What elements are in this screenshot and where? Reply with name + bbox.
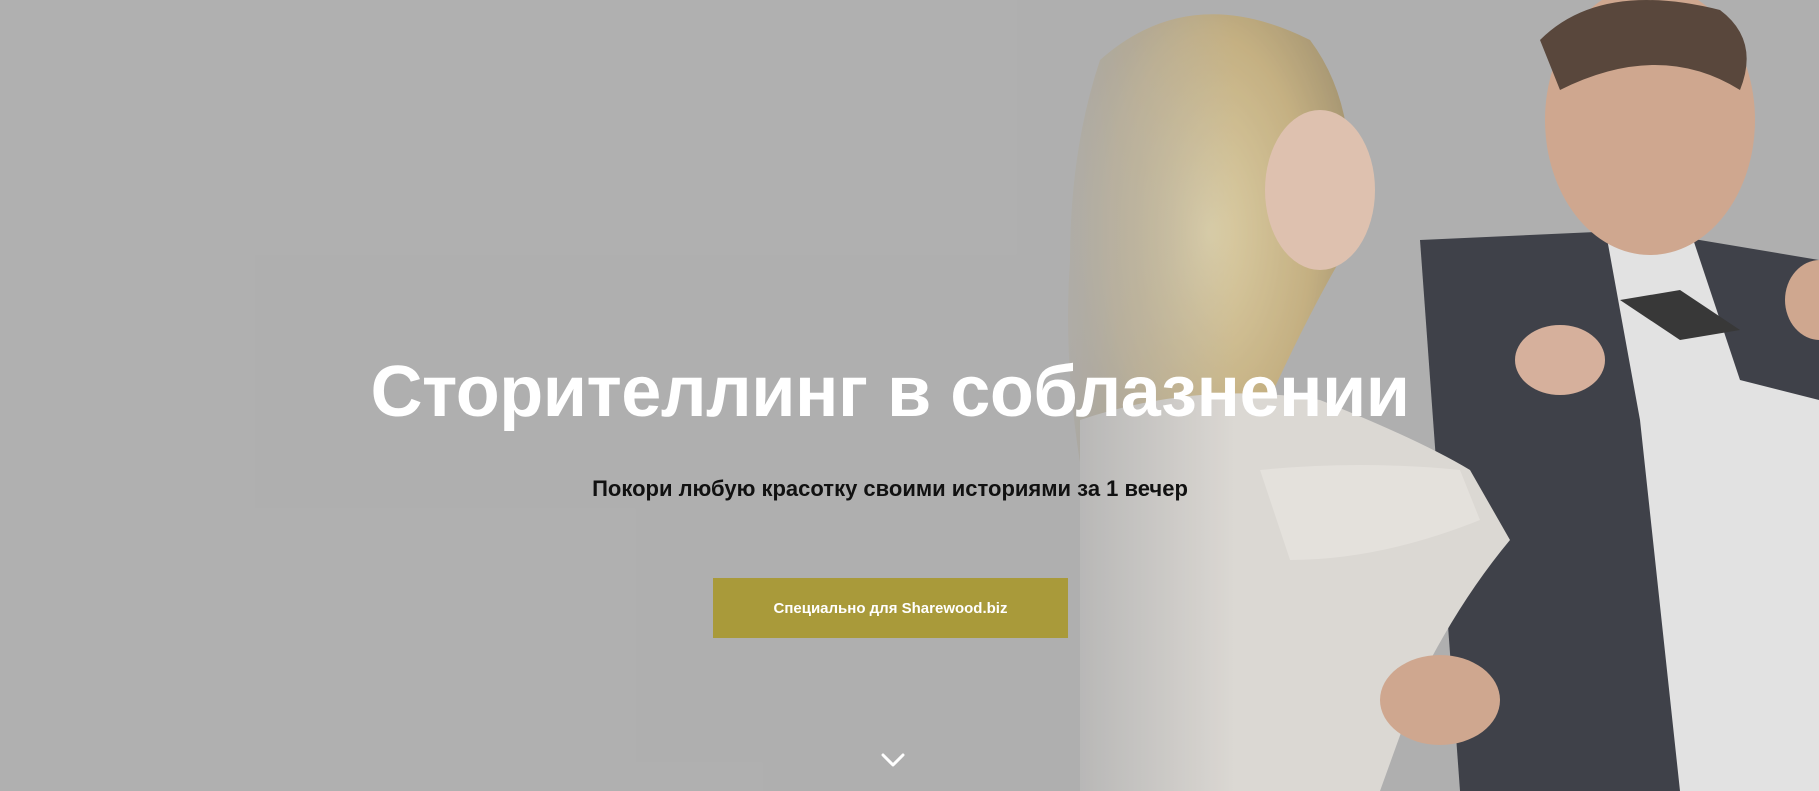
chevron-down-icon[interactable] [880,749,906,771]
cta-button[interactable]: Специально для Sharewood.biz [713,578,1068,638]
hero-subtitle: Покори любую красотку своими историями з… [592,476,1188,501]
hero-title: Сторителлинг в соблазнении [370,352,1410,432]
hero-section: Сторителлинг в соблазнении Покори любую … [0,0,1819,791]
